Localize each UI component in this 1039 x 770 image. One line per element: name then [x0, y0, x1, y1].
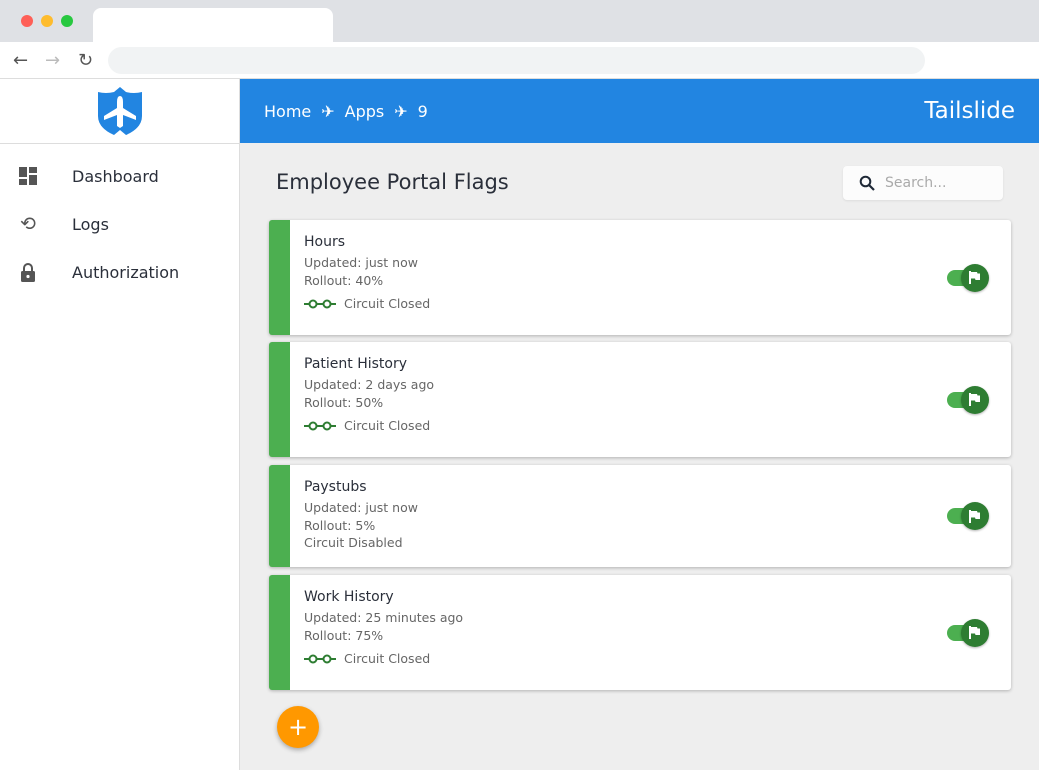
circuit-closed-icon [304, 299, 336, 308]
search-input[interactable] [885, 175, 995, 191]
flag-toggle[interactable] [945, 263, 991, 292]
circuit-closed-icon [304, 654, 336, 663]
back-icon[interactable]: ← [13, 50, 28, 71]
circuit-closed-icon [304, 421, 336, 430]
maximize-window-button[interactable] [61, 15, 73, 27]
flag-updated: Updated: 25 minutes ago [304, 610, 464, 625]
flag-toggle[interactable] [945, 618, 991, 647]
page-title: Employee Portal Flags [276, 170, 509, 194]
circuit-status: Circuit Disabled [304, 535, 997, 550]
circuit-label: Circuit Closed [344, 418, 431, 433]
flag-card[interactable]: Hours Updated: just now Rollout: 40% Cir… [269, 220, 1011, 335]
brand-title[interactable]: Tailslide [924, 98, 1015, 124]
breadcrumb-apps[interactable]: Apps [345, 102, 385, 121]
breadcrumb-app-id: 9 [417, 101, 428, 121]
flag-rollout: Rollout: 75% [304, 628, 384, 643]
flag-card[interactable]: Paystubs Updated: just now Rollout: 5% C… [269, 465, 1011, 567]
add-flag-button[interactable]: + [277, 706, 319, 748]
plane-separator-icon: ✈ [321, 101, 335, 121]
flag-toggle[interactable] [945, 385, 991, 414]
circuit-label: Circuit Closed [344, 296, 431, 311]
app-header: Home ✈ Apps ✈ 9 Tailslide [240, 79, 1039, 143]
forward-icon[interactable]: → [45, 50, 60, 71]
circuit-status: Circuit Closed [304, 651, 997, 666]
circuit-label: Circuit Closed [344, 651, 431, 666]
circuit-label: Circuit Disabled [304, 535, 403, 550]
search-icon [859, 175, 875, 191]
flag-icon [961, 263, 989, 292]
browser-tab[interactable] [93, 8, 333, 42]
sidebar-item-logs[interactable]: ⟲ Logs [0, 200, 239, 248]
search-box[interactable] [843, 166, 1003, 200]
flag-rollout: Rollout: 40% [304, 273, 384, 288]
browser-tab-strip [0, 0, 1039, 42]
sidebar-item-label: Logs [72, 214, 109, 234]
logo[interactable] [0, 79, 239, 144]
sidebar-item-label: Dashboard [72, 166, 159, 186]
flag-updated: Updated: 2 days ago [304, 377, 435, 392]
circuit-status: Circuit Closed [304, 296, 997, 311]
dashboard-icon [18, 166, 38, 186]
shield-plane-logo-icon [97, 87, 142, 135]
sidebar-item-authorization[interactable]: Authorization [0, 248, 239, 296]
flag-icon [961, 502, 989, 530]
history-icon: ⟲ [20, 213, 36, 235]
flag-name[interactable]: Patient History [304, 356, 997, 372]
flag-card[interactable]: Patient History Updated: 2 days ago Roll… [269, 342, 1011, 457]
plane-separator-icon: ✈ [394, 101, 408, 121]
flag-toggle[interactable] [945, 502, 991, 530]
flag-rollout: Rollout: 5% [304, 518, 376, 533]
flag-icon [961, 618, 989, 647]
flag-name[interactable]: Work History [304, 589, 997, 605]
breadcrumb: Home ✈ Apps ✈ 9 [264, 102, 428, 121]
flag-icon [961, 385, 989, 414]
address-bar[interactable] [108, 47, 925, 74]
flag-name[interactable]: Hours [304, 234, 997, 250]
lock-icon [18, 262, 38, 282]
reload-icon[interactable]: ↻ [78, 50, 93, 71]
sidebar-item-label: Authorization [72, 262, 180, 282]
flag-rollout: Rollout: 50% [304, 395, 384, 410]
flag-updated: Updated: just now [304, 255, 418, 270]
breadcrumb-home[interactable]: Home [264, 102, 311, 121]
circuit-status: Circuit Closed [304, 418, 997, 433]
sidebar: Dashboard ⟲ Logs Authorization [0, 79, 240, 770]
browser-toolbar: ← → ↻ [0, 42, 1039, 79]
close-window-button[interactable] [21, 15, 33, 27]
flag-name[interactable]: Paystubs [304, 479, 997, 495]
minimize-window-button[interactable] [41, 15, 53, 27]
flag-updated: Updated: just now [304, 500, 418, 515]
flag-card[interactable]: Work History Updated: 25 minutes ago Rol… [269, 575, 1011, 690]
sidebar-item-dashboard[interactable]: Dashboard [0, 152, 239, 200]
